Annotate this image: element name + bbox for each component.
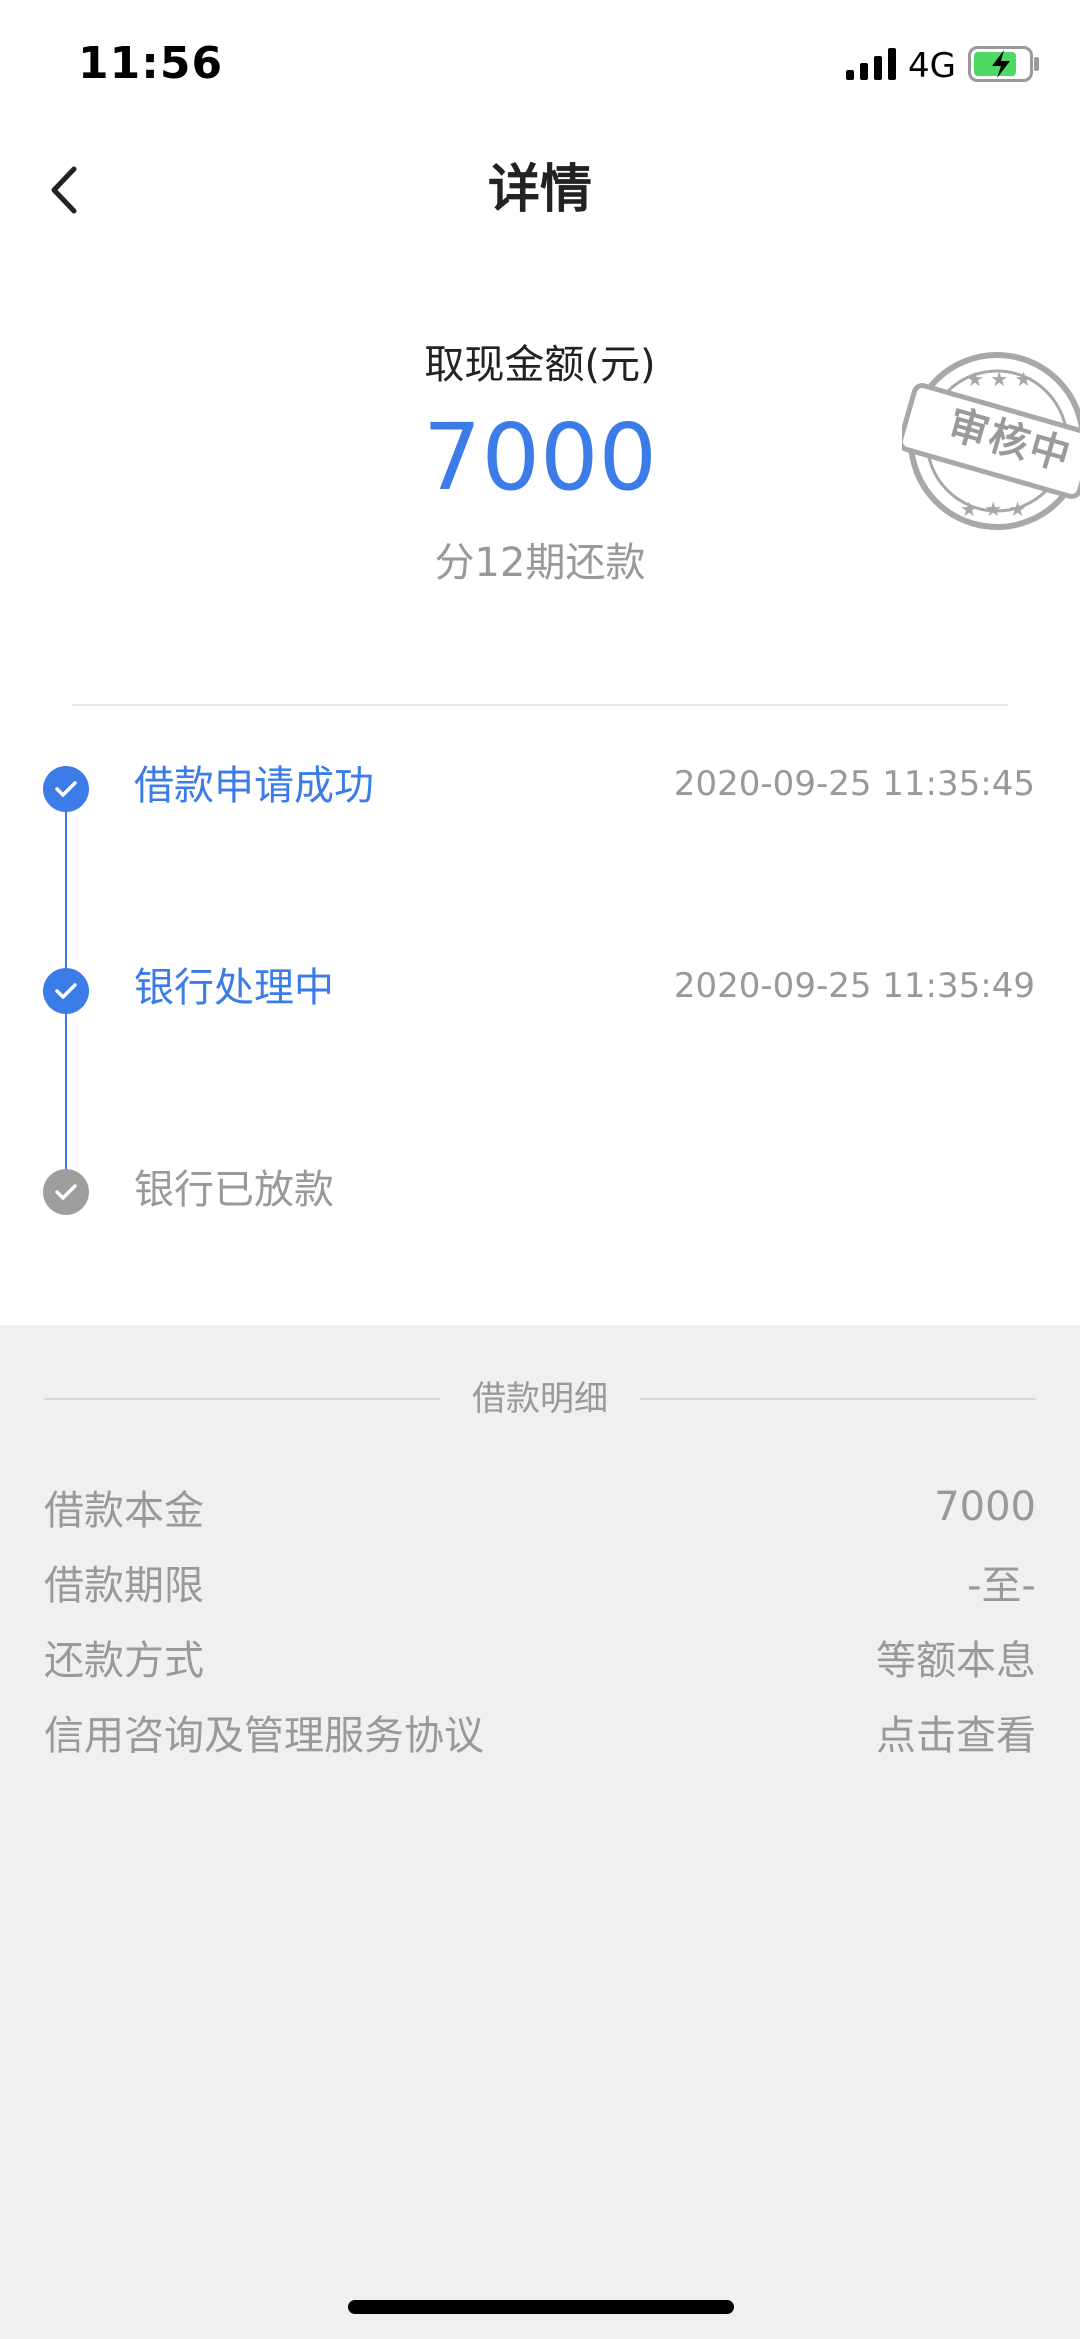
detail-label: 借款期限: [44, 1563, 204, 1609]
svg-text:★ ★ ★: ★ ★ ★: [960, 497, 1027, 521]
detail-value: 7000: [934, 1484, 1036, 1530]
detail-label: 借款本金: [44, 1488, 204, 1534]
step-label: 借款申请成功: [134, 763, 374, 809]
step-label: 银行已放款: [134, 1167, 334, 1213]
step-check-icon: [43, 766, 89, 812]
detail-row-principal: 借款本金 7000: [44, 1477, 1036, 1537]
detail-value: 等额本息: [876, 1638, 1036, 1684]
detail-row-repayment: 还款方式 等额本息: [44, 1627, 1036, 1687]
timeline-connector: [65, 990, 67, 1190]
top-panel: [0, 0, 1080, 1325]
installment-text: 分12期还款: [434, 540, 646, 586]
back-button[interactable]: [36, 150, 92, 230]
network-label: 4G: [908, 46, 956, 86]
step-time: 2020-09-25 11:35:45: [673, 764, 1035, 804]
timeline-connector: [65, 790, 67, 990]
battery-icon: [968, 46, 1039, 82]
step-check-icon: [43, 1169, 89, 1215]
detail-row-agreement[interactable]: 信用咨询及管理服务协议 点击查看: [44, 1702, 1036, 1762]
step-check-icon: [43, 968, 89, 1014]
chevron-left-icon: [51, 166, 77, 214]
divider: [72, 704, 1008, 706]
detail-label: 还款方式: [44, 1638, 204, 1684]
svg-text:★ ★ ★: ★ ★ ★: [966, 367, 1033, 391]
step-time: 2020-09-25 11:35:49: [673, 966, 1035, 1006]
view-agreement-link[interactable]: 点击查看: [876, 1703, 1036, 1761]
detail-value: -至-: [967, 1563, 1036, 1609]
detail-label: 信用咨询及管理服务协议: [44, 1713, 484, 1759]
signal-icon: [846, 48, 896, 80]
detail-row-term: 借款期限 -至-: [44, 1552, 1036, 1612]
section-title: 借款明细: [472, 1379, 608, 1419]
status-time: 11:56: [78, 38, 224, 89]
home-indicator[interactable]: [348, 2300, 734, 2314]
step-label: 银行处理中: [134, 965, 334, 1011]
